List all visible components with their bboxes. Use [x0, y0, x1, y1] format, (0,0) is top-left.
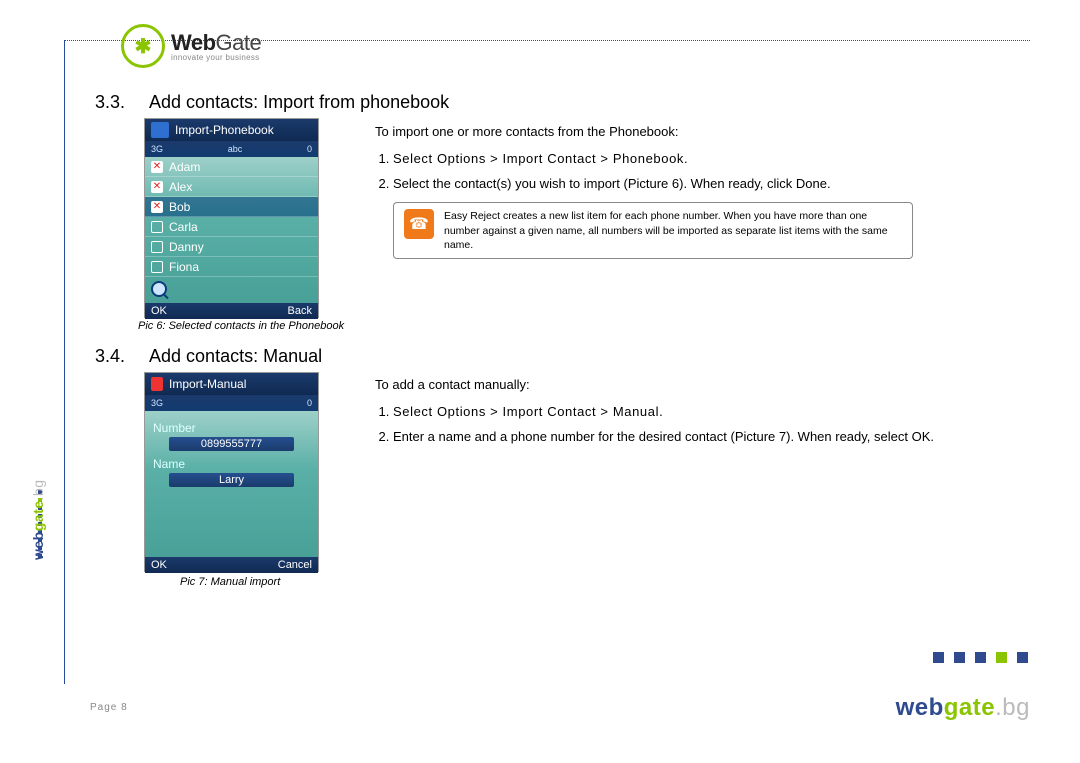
phone-form: Number 0899555777 Name Larry: [145, 411, 318, 557]
contact-name: Bob: [169, 200, 190, 214]
phone-titlebar: Import-Phonebook: [145, 119, 318, 141]
battery-label: 0: [307, 144, 312, 154]
contact-name: Carla: [169, 220, 198, 234]
contact-row[interactable]: ✕ Fiona: [145, 257, 318, 277]
contact-name: Adam: [169, 160, 200, 174]
checkbox-icon[interactable]: ✕: [151, 201, 163, 213]
softkey-cancel[interactable]: Cancel: [278, 559, 312, 571]
number-label: Number: [153, 421, 310, 435]
note-text: Easy Reject creates a new list item for …: [444, 209, 902, 252]
signal-label: 3G: [151, 144, 163, 154]
footer-brand: webgate.bg: [896, 694, 1030, 722]
phone-screenshot-manual: Import-Manual 3G 0 Number 0899555777 Nam…: [144, 372, 319, 572]
section-33-heading: 3.3. Add contacts: Import from phonebook: [95, 92, 449, 113]
phone-title: Import-Manual: [169, 377, 246, 391]
phone-titlebar: Import-Manual: [145, 373, 318, 395]
phone-contact-list: ✕ Adam ✕ Alex ✕ Bob ✕ Carla ✕ Danny ✕ Fiona: [145, 157, 318, 303]
contact-name: Alex: [169, 180, 192, 194]
section-33-title: Add contacts: Import from phonebook: [149, 92, 449, 112]
instructions-33: To import one or more contacts from the …: [375, 122, 1015, 259]
phone-softkeys: OK Cancel: [145, 557, 318, 573]
instr-step: Select Options > Import Contact > Phoneb…: [393, 149, 1015, 170]
contact-row[interactable]: ✕ Bob: [145, 197, 318, 217]
softkey-ok[interactable]: OK: [151, 559, 167, 571]
brand-tagline: innovate your business: [171, 53, 261, 62]
instr-step: Select Options > Import Contact > Manual…: [393, 402, 1025, 423]
logo-keyhole-icon: ✱: [121, 24, 165, 68]
instr-step: Select the contact(s) you wish to import…: [393, 174, 1015, 195]
note-callout: ☎ Easy Reject creates a new list item fo…: [393, 202, 913, 259]
checkbox-icon[interactable]: ✕: [151, 221, 163, 233]
section-33-number: 3.3.: [95, 92, 145, 113]
softkey-ok[interactable]: OK: [151, 305, 167, 317]
softkey-back[interactable]: Back: [288, 305, 312, 317]
section-34-number: 3.4.: [95, 346, 145, 367]
left-margin-rule: [64, 40, 65, 684]
section-34-heading: 3.4. Add contacts: Manual: [95, 346, 322, 367]
instr-step: Enter a name and a phone number for the …: [393, 427, 1025, 448]
checkbox-icon[interactable]: ✕: [151, 181, 163, 193]
contact-row[interactable]: ✕ Adam: [145, 157, 318, 177]
figure-caption-6: Pic 6: Selected contacts in the Phoneboo…: [138, 320, 344, 332]
phone-statusbar: 3G 0: [145, 395, 318, 411]
section-34-title: Add contacts: Manual: [149, 346, 322, 366]
brand-name: WebGate: [171, 30, 261, 55]
contact-row[interactable]: ✕ Danny: [145, 237, 318, 257]
number-field[interactable]: 0899555777: [169, 437, 295, 451]
phonebook-icon: [151, 122, 169, 138]
battery-label: 0: [307, 398, 312, 408]
search-icon[interactable]: [151, 281, 167, 297]
contact-row[interactable]: ✕ Alex: [145, 177, 318, 197]
page-number: Page 8: [90, 702, 128, 713]
contact-name: Fiona: [169, 260, 199, 274]
instructions-34: To add a contact manually: Select Option…: [375, 375, 1025, 451]
figure-caption-7: Pic 7: Manual import: [180, 576, 280, 588]
checkbox-icon[interactable]: ✕: [151, 161, 163, 173]
input-mode: abc: [228, 144, 243, 154]
contact-name: Danny: [169, 240, 204, 254]
phone-screenshot-phonebook: Import-Phonebook 3G abc 0 ✕ Adam ✕ Alex ✕ B…: [144, 118, 319, 318]
phone-softkeys: OK Back: [145, 303, 318, 319]
signal-label: 3G: [151, 398, 163, 408]
checkbox-icon[interactable]: ✕: [151, 261, 163, 273]
instr-intro: To add a contact manually:: [375, 375, 1025, 396]
contact-row[interactable]: ✕ Carla: [145, 217, 318, 237]
manual-icon: [151, 377, 163, 391]
note-phone-icon: ☎: [404, 209, 434, 239]
checkbox-icon[interactable]: ✕: [151, 241, 163, 253]
side-brand: webgate.bg: [30, 480, 46, 561]
name-label: Name: [153, 457, 310, 471]
footer-squares: [933, 652, 1028, 663]
instr-intro: To import one or more contacts from the …: [375, 122, 1015, 143]
name-field[interactable]: Larry: [169, 473, 295, 487]
phone-statusbar: 3G abc 0: [145, 141, 318, 157]
brand-logo: ✱ WebGate innovate your business: [121, 24, 261, 68]
phone-title: Import-Phonebook: [175, 123, 274, 137]
